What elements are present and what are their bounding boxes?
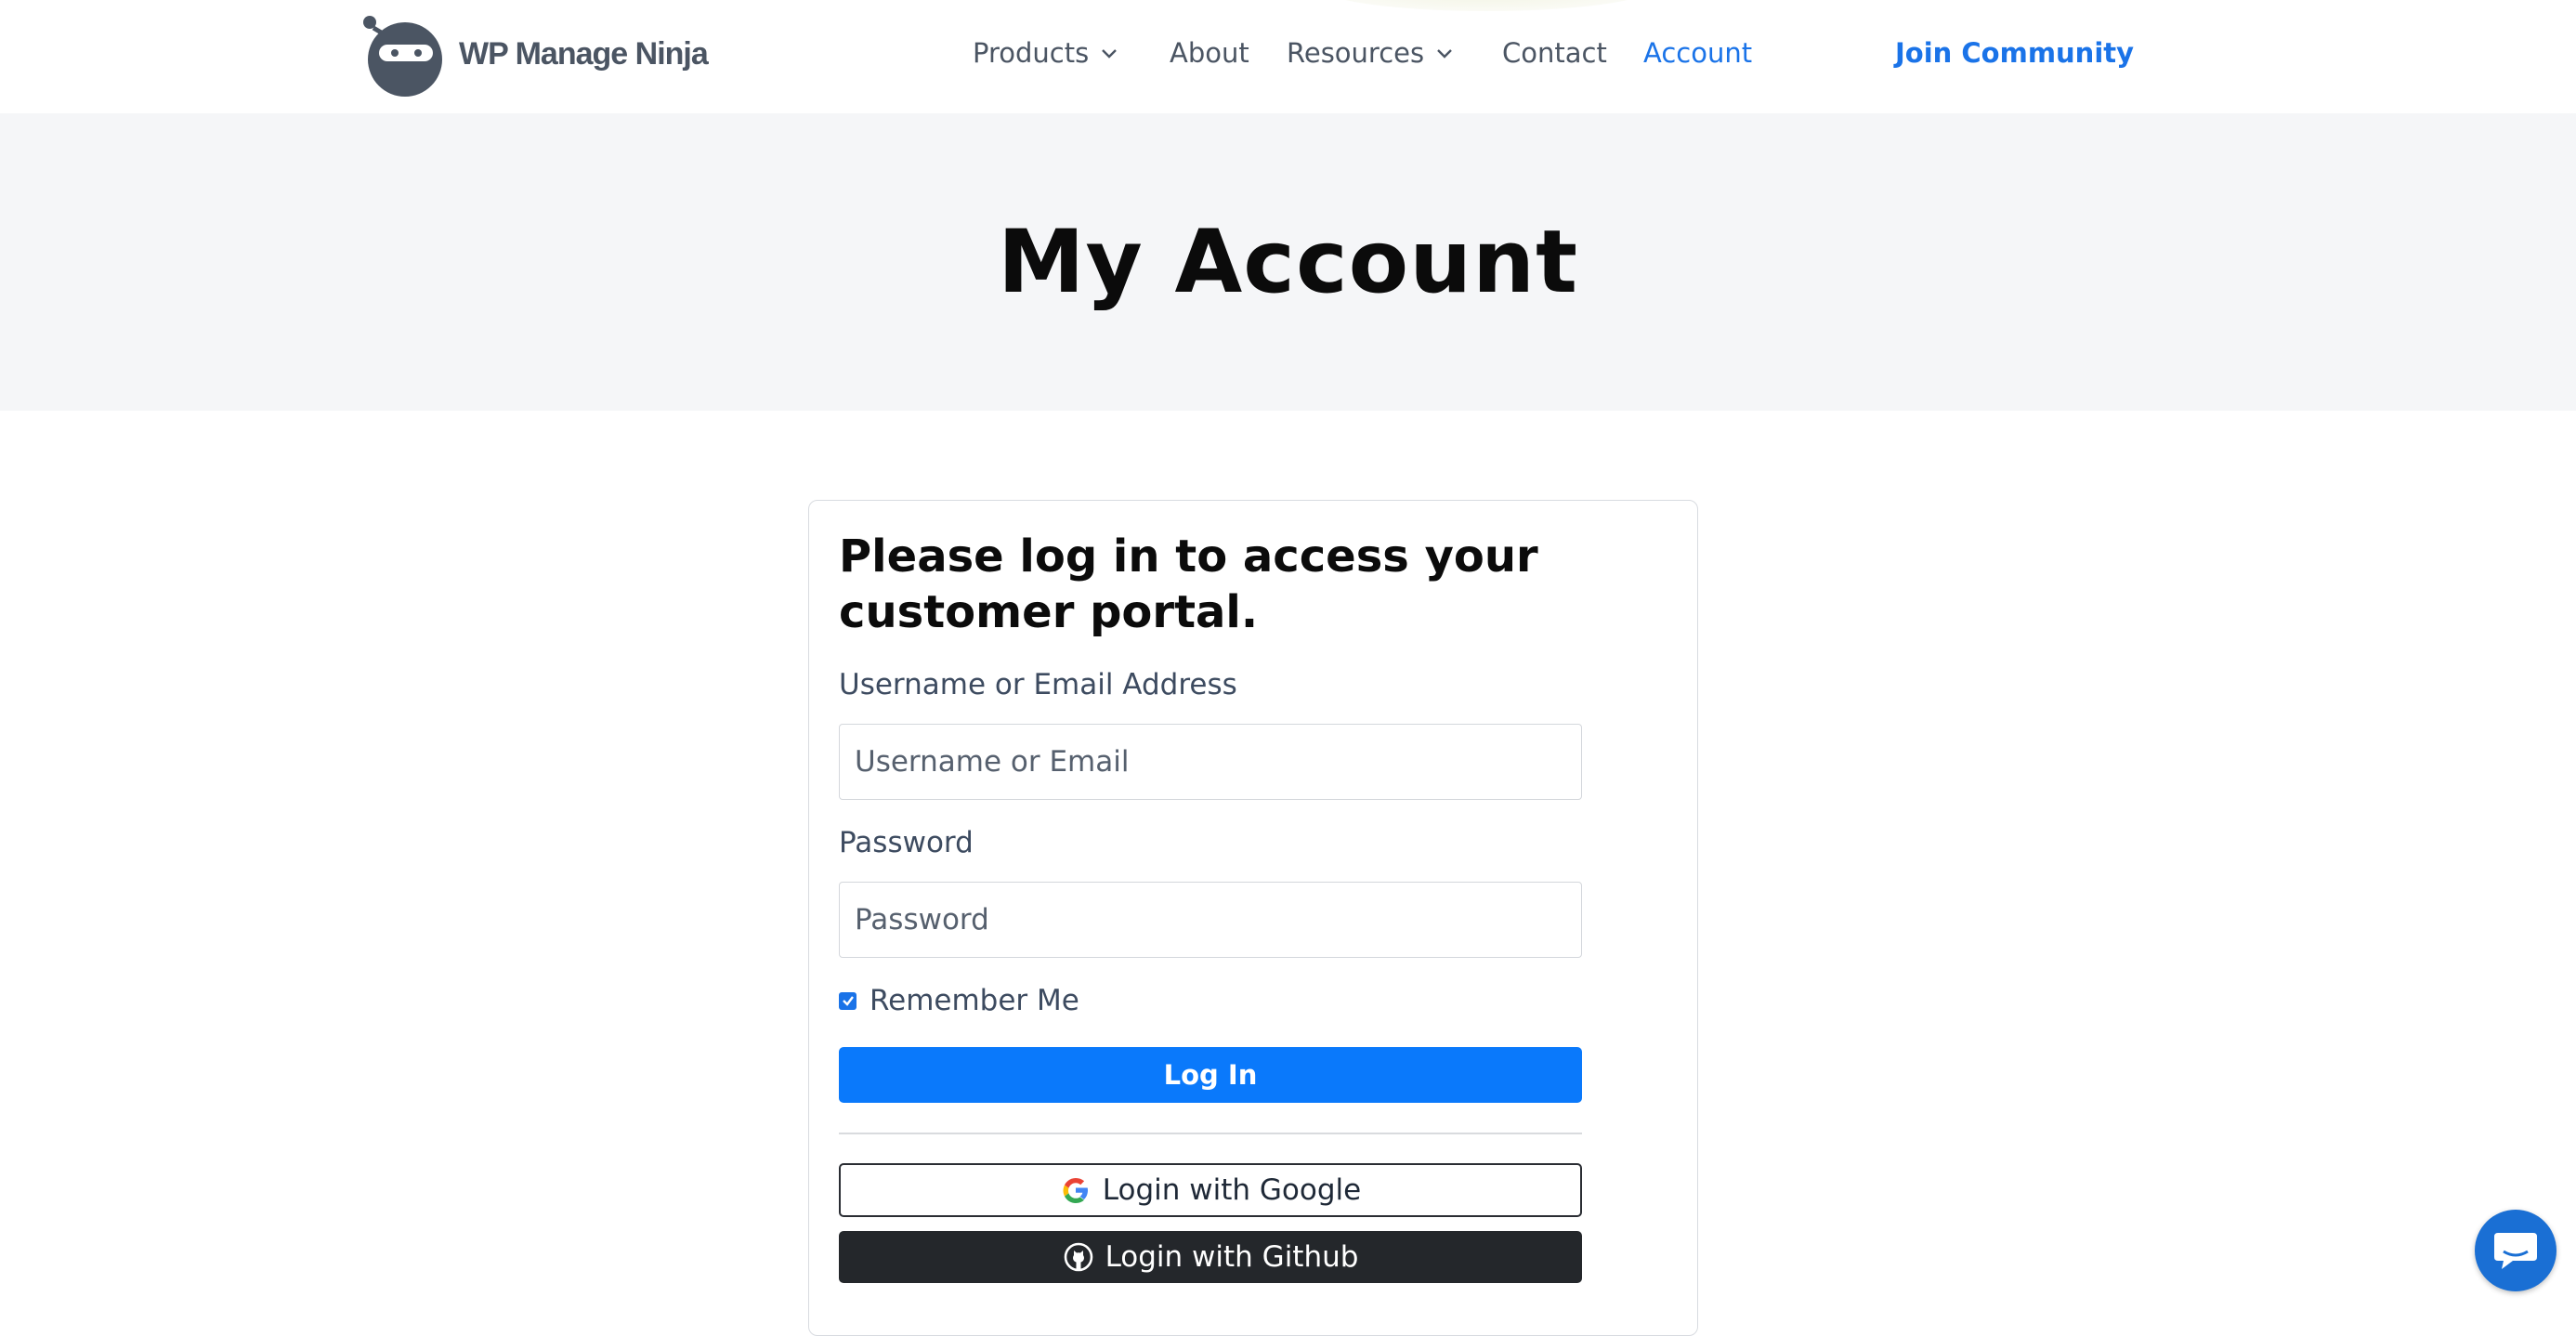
page-title: My Account: [997, 211, 1579, 313]
username-input[interactable]: [839, 724, 1582, 800]
page-hero: My Account: [0, 113, 2576, 411]
remember-checkbox[interactable]: [839, 991, 856, 1010]
nav-contact[interactable]: Contact: [1502, 0, 1607, 106]
nav-products[interactable]: Products: [973, 0, 1118, 106]
chevron-down-icon: [1437, 49, 1452, 59]
nav-about[interactable]: About: [1170, 0, 1249, 106]
login-card: Please log in to access your customer po…: [808, 500, 1698, 1336]
nav-about-label: About: [1170, 37, 1249, 69]
github-icon: [1063, 1241, 1094, 1273]
login-button[interactable]: Log In: [839, 1047, 1582, 1103]
nav-resources-label: Resources: [1287, 37, 1425, 69]
nav-account-label: Account: [1643, 37, 1753, 69]
login-github-button[interactable]: Login with Github: [839, 1231, 1582, 1283]
remember-label: Remember Me: [870, 984, 1079, 1017]
login-heading: Please log in to access your customer po…: [839, 530, 1538, 638]
join-community-link[interactable]: Join Community: [1895, 0, 2134, 106]
nav-products-label: Products: [973, 37, 1090, 69]
brand-name: WP Manage Ninja: [459, 35, 709, 72]
site-header: WP Manage Ninja Products About Resources…: [0, 0, 2576, 113]
brand-logo[interactable]: WP Manage Ninja: [360, 11, 709, 97]
chevron-down-icon: [1102, 49, 1118, 59]
checkmark-icon: [842, 996, 854, 1006]
google-icon: [1060, 1174, 1092, 1206]
password-label: Password: [839, 826, 974, 859]
ninja-logo-icon: [363, 16, 442, 97]
chat-icon: [2494, 1233, 2537, 1269]
login-google-button[interactable]: Login with Google: [839, 1163, 1582, 1217]
google-label: Login with Google: [1102, 1173, 1362, 1207]
password-input[interactable]: [839, 882, 1582, 958]
github-label: Login with Github: [1105, 1240, 1359, 1274]
nav-account[interactable]: Account: [1643, 0, 1752, 106]
nav-contact-label: Contact: [1502, 37, 1607, 69]
username-label: Username or Email Address: [839, 668, 1237, 701]
remember-me[interactable]: Remember Me: [839, 984, 1079, 1017]
nav-resources[interactable]: Resources: [1287, 0, 1454, 106]
chat-widget-button[interactable]: [2475, 1210, 2556, 1291]
divider: [839, 1133, 1582, 1134]
